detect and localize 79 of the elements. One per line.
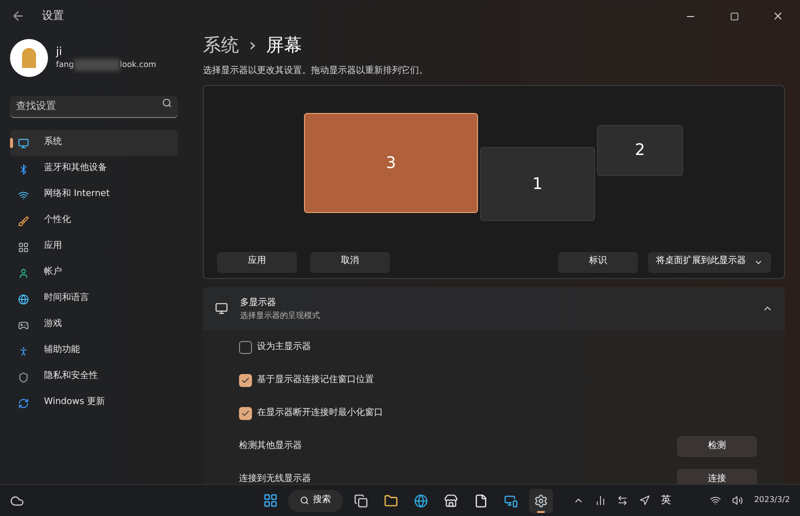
apps-icon [18,242,29,252]
section-title: 多显示器 [240,296,277,310]
file-icon [474,494,488,508]
sidebar-item[interactable]: 游戏 [10,312,178,338]
clock-date[interactable]: 2023/3/2 [754,494,790,506]
gamepad-icon [18,320,29,330]
sidebar-item[interactable]: 时间和语言 [10,286,178,312]
sidebar-item[interactable]: 蓝牙和其他设备 [10,156,178,182]
maximize-icon [730,12,738,20]
row-label: 连接到无线显示器 [239,472,311,484]
settings-icon [534,494,548,508]
blurred-region [74,59,120,71]
check-icon [241,376,250,385]
search-icon [300,496,309,505]
display-tile[interactable]: 2 [597,124,683,176]
wifi-icon[interactable] [710,495,722,506]
hint-text: 选择显示器以更改其设置。拖动显示器以重新排列它们。 [203,65,429,78]
input-method[interactable]: 英 [661,493,672,508]
sidebar-item[interactable]: 应用 [10,234,178,260]
taskbar-search[interactable]: 搜索 [288,490,343,512]
row-button[interactable]: 检测 [677,436,757,457]
shield-icon [18,372,29,382]
breadcrumb-separator: › [249,34,256,58]
wifi-icon [18,190,29,200]
accessibility-icon [18,346,29,356]
sidebar-item[interactable]: 隐私和安全性 [10,364,178,390]
search-field[interactable]: 查找设置 [10,96,178,118]
checkbox[interactable] [239,341,252,354]
account-email: look.com [120,59,156,71]
multi-display-header[interactable]: 多显示器 选择显示器的呈现模式 [203,286,785,330]
weather-icon[interactable] [10,494,24,508]
sidebar-item[interactable]: Windows 更新 [10,390,178,416]
transfer-icon[interactable] [617,495,628,506]
row-button[interactable]: 连接 [677,469,757,484]
user-icon [18,268,29,278]
sidebar-item[interactable]: 系统 [10,130,178,156]
remote-desktop-icon [504,494,518,508]
check-icon [241,409,250,418]
avatar [10,39,48,77]
back-icon[interactable] [11,9,25,23]
display-tile[interactable]: 1 [480,146,595,220]
globe-icon [18,294,29,304]
sidebar-item[interactable]: 辅助功能 [10,338,178,364]
account-name: ji [56,45,64,59]
row-label: 检测其他显示器 [239,440,302,453]
row-label: 在显示器断开连接时最小化窗口 [257,406,383,420]
row-label: 基于显示器连接记住窗口位置 [257,374,374,387]
start-icon [262,493,278,508]
cancel-button[interactable]: 取消 [310,252,390,272]
display-icon [18,138,29,148]
bluetooth-icon [18,164,29,174]
account-email: fang [56,59,74,71]
apply-button[interactable]: 应用 [217,252,297,272]
update-icon [18,398,29,408]
location-icon[interactable] [639,495,650,506]
store-icon [444,494,458,508]
window-title: 设置 [42,8,64,24]
section-subtitle: 选择显示器的呈现模式 [240,310,320,320]
taskbar-app[interactable] [529,488,553,512]
identify-button[interactable]: 标识 [558,252,638,272]
page-title: 屏幕 [266,34,302,58]
chart-icon[interactable] [595,495,606,506]
checkbox[interactable] [239,407,252,420]
search-icon[interactable] [162,98,172,108]
checkbox[interactable] [239,374,252,387]
task-view-icon [354,494,368,508]
folder-icon [384,494,398,508]
display-mode-dropdown[interactable]: 将桌面扩展到此显示器 [648,252,771,272]
brush-icon [18,216,29,226]
close-icon [772,10,784,22]
sidebar-item[interactable]: 帐户 [10,260,178,286]
displays-icon [215,302,228,315]
breadcrumb-parent[interactable]: 系统 [203,32,239,59]
row-label: 设为主显示器 [257,340,311,354]
browser-icon [414,494,428,508]
sidebar-item[interactable]: 网络和 Internet [10,182,178,208]
display-tile[interactable]: 3 [304,112,478,212]
volume-icon[interactable] [732,495,744,506]
sidebar-item[interactable]: 个性化 [10,208,178,234]
